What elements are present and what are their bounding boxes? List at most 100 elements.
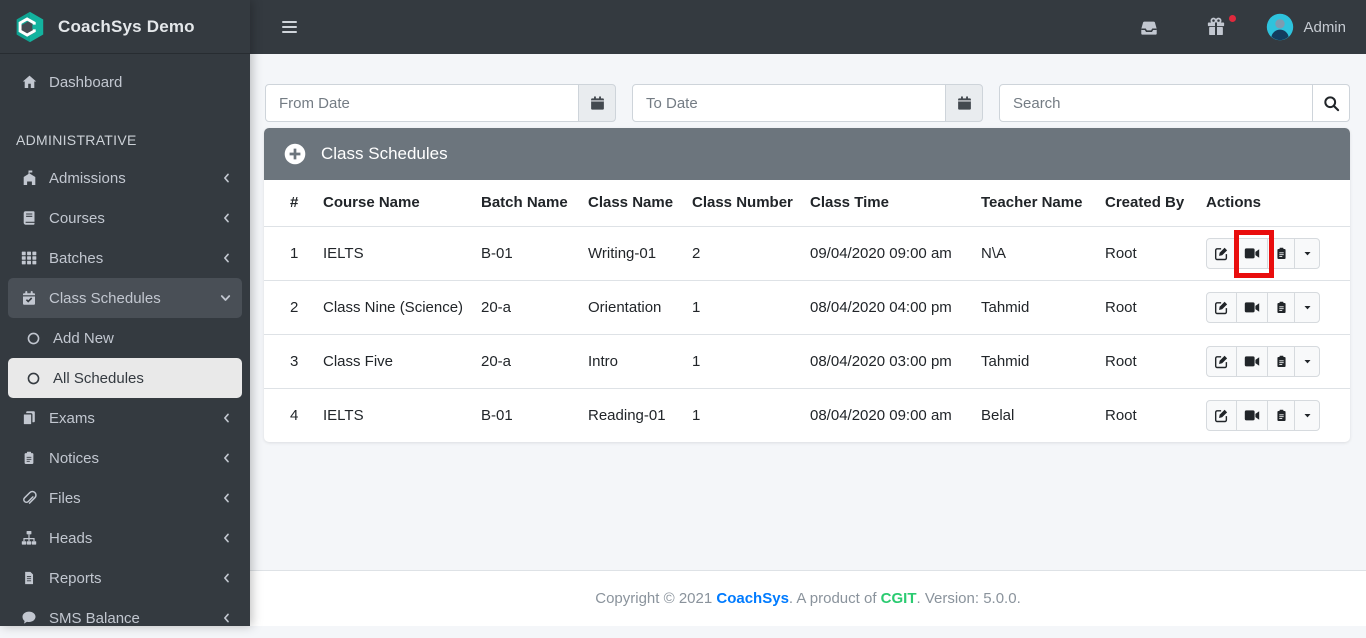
file-lines-icon: [20, 570, 38, 586]
chevron-left-icon: [218, 412, 232, 424]
column-header: Created By: [1105, 194, 1185, 212]
paste-icon: [1275, 354, 1288, 369]
sidebar-item-label: Exams: [49, 409, 95, 427]
cell-class-time: 08/04/2020 03:00 pm: [810, 333, 981, 388]
sidebar-section-header: ADMINISTRATIVE: [16, 132, 137, 148]
calendar-check-icon: [20, 290, 38, 306]
column-header: Course Name: [323, 194, 420, 212]
chevron-left-icon: [218, 452, 232, 464]
sidebar-item-label: Batches: [49, 249, 104, 267]
caret-down-button[interactable]: [1294, 237, 1320, 269]
edit-button[interactable]: [1206, 291, 1237, 323]
circle-icon: [24, 330, 42, 346]
card-title: Class Schedules: [321, 144, 448, 163]
inbox-icon[interactable]: [1138, 18, 1160, 37]
caret-down-icon: [1302, 302, 1313, 313]
sidebar-item-courses[interactable]: Courses: [8, 198, 242, 238]
footer-brand-link[interactable]: CoachSys: [716, 590, 789, 607]
sidebar-item-label: Files: [49, 489, 81, 507]
chevron-left-icon: [218, 252, 232, 264]
column-header: Batch Name: [481, 194, 568, 212]
schedules-card: Class Schedules # Course Name Batch Name Cl…: [264, 128, 1350, 442]
paste-button[interactable]: [1267, 399, 1295, 431]
sidebar-item-dashboard[interactable]: Dashboard: [8, 62, 242, 102]
sidebar-item-label: Add New: [53, 329, 114, 347]
video-button[interactable]: [1236, 345, 1268, 377]
sidebar-item-class-schedules[interactable]: Class Schedules: [8, 278, 242, 318]
cell-class-number: 2: [692, 225, 810, 280]
footer-company-link[interactable]: CGIT: [881, 590, 917, 607]
comment-icon: [20, 610, 38, 626]
cell-class-time: 09/04/2020 09:00 am: [810, 225, 981, 280]
sidebar-item-all-schedules[interactable]: All Schedules: [8, 358, 242, 398]
column-header: Actions: [1206, 194, 1262, 212]
sidebar-item-sms-balance[interactable]: SMS Balance: [8, 598, 242, 638]
filter-bar: [250, 54, 1366, 122]
from-date-input[interactable]: [265, 84, 579, 122]
footer: Copyright © 2021 CoachSys. A product of …: [250, 570, 1366, 626]
search-button[interactable]: [1312, 84, 1350, 122]
cell-actions: [1206, 387, 1350, 442]
clipboard-icon: [20, 450, 38, 466]
to-date-calendar-button[interactable]: [945, 84, 983, 122]
edit-button[interactable]: [1206, 399, 1237, 431]
paste-button[interactable]: [1267, 237, 1295, 269]
video-button[interactable]: [1236, 291, 1268, 323]
edit-button[interactable]: [1206, 345, 1237, 377]
video-button[interactable]: [1236, 399, 1268, 431]
sidebar-item-add-new[interactable]: Add New: [8, 318, 242, 358]
sidebar: CoachSys Demo Dashboard ADMINISTRATIVE Adm…: [0, 0, 250, 627]
sidebar-item-label: Heads: [49, 529, 93, 547]
caret-down-button[interactable]: [1294, 291, 1320, 323]
from-date-group: [265, 84, 616, 122]
from-date-calendar-button[interactable]: [578, 84, 616, 122]
cell-num: 1: [264, 225, 323, 280]
gift-icon[interactable]: [1206, 15, 1237, 37]
column-header: Class Time: [810, 194, 889, 212]
schedules-table: # Course Name Batch Name Class Name Class Nu…: [264, 180, 1350, 442]
chevron-left-icon: [218, 172, 232, 184]
table-header-row: # Course Name Batch Name Class Name Class Nu…: [264, 180, 1350, 226]
table-row: 4 IELTS B-01 Reading-01 1 08/04/2020 09:00 am…: [264, 387, 1350, 442]
brand[interactable]: CoachSys Demo: [0, 0, 250, 54]
sidebar-item-reports[interactable]: Reports: [8, 558, 242, 598]
sidebar-item-heads[interactable]: Heads: [8, 518, 242, 558]
cell-actions: [1206, 333, 1350, 388]
table-row: 2 Class Nine (Science) 20-a Orientation 1 08/…: [264, 279, 1350, 334]
sidebar-item-admissions[interactable]: Admissions: [8, 158, 242, 198]
video-icon: [1244, 301, 1260, 314]
caret-down-icon: [1302, 356, 1313, 367]
sidebar-item-notices[interactable]: Notices: [8, 438, 242, 478]
cell-teacher: Tahmid: [981, 333, 1105, 388]
sidebar-menu: Dashboard ADMINISTRATIVE Admissions Courses…: [0, 54, 250, 638]
sidebar-item-files[interactable]: Files: [8, 478, 242, 518]
add-schedule-button[interactable]: [284, 143, 306, 165]
circle-icon: [24, 370, 42, 386]
cell-class-number: 1: [692, 279, 810, 334]
video-icon: [1244, 355, 1260, 368]
paste-button[interactable]: [1267, 291, 1295, 323]
sidebar-item-batches[interactable]: Batches: [8, 238, 242, 278]
caret-down-button[interactable]: [1294, 399, 1320, 431]
paste-button[interactable]: [1267, 345, 1295, 377]
footer-copyright: Copyright © 2021: [595, 590, 717, 607]
sidebar-toggle-button[interactable]: [280, 17, 299, 37]
search-input[interactable]: [999, 84, 1313, 122]
to-date-group: [632, 84, 983, 122]
video-button[interactable]: [1236, 237, 1268, 269]
action-button-group: [1206, 291, 1320, 323]
cell-batch: 20-a: [481, 279, 588, 334]
search-icon: [1323, 95, 1339, 111]
grid-icon: [20, 250, 38, 266]
caret-down-button[interactable]: [1294, 345, 1320, 377]
main-content: Class Schedules # Course Name Batch Name Cl…: [250, 54, 1366, 570]
cell-course: Class Five: [323, 333, 481, 388]
cell-class-time: 08/04/2020 04:00 pm: [810, 279, 981, 334]
user-menu[interactable]: Admin: [1266, 13, 1346, 41]
sidebar-item-exams[interactable]: Exams: [8, 398, 242, 438]
sidebar-item-label: Dashboard: [49, 73, 123, 91]
to-date-input[interactable]: [632, 84, 946, 122]
cell-course: Class Nine (Science): [323, 279, 481, 334]
cell-course: IELTS: [323, 387, 481, 442]
edit-button[interactable]: [1206, 237, 1237, 269]
